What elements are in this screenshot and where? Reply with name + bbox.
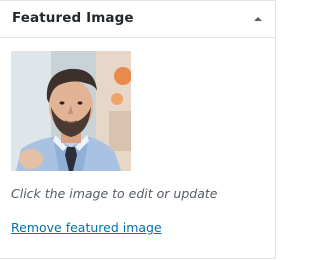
- remove-featured-image-link[interactable]: Remove featured image: [11, 220, 162, 235]
- edit-hint-text: Click the image to edit or update: [11, 186, 218, 201]
- caret-up-icon: [254, 17, 262, 21]
- panel-header[interactable]: Featured Image: [0, 1, 275, 38]
- featured-image-panel: Featured Image Click the image to edit o…: [0, 0, 276, 259]
- panel-title: Featured Image: [12, 10, 134, 26]
- featured-image-thumbnail[interactable]: [11, 51, 131, 171]
- panel-toggle-button[interactable]: [247, 8, 269, 30]
